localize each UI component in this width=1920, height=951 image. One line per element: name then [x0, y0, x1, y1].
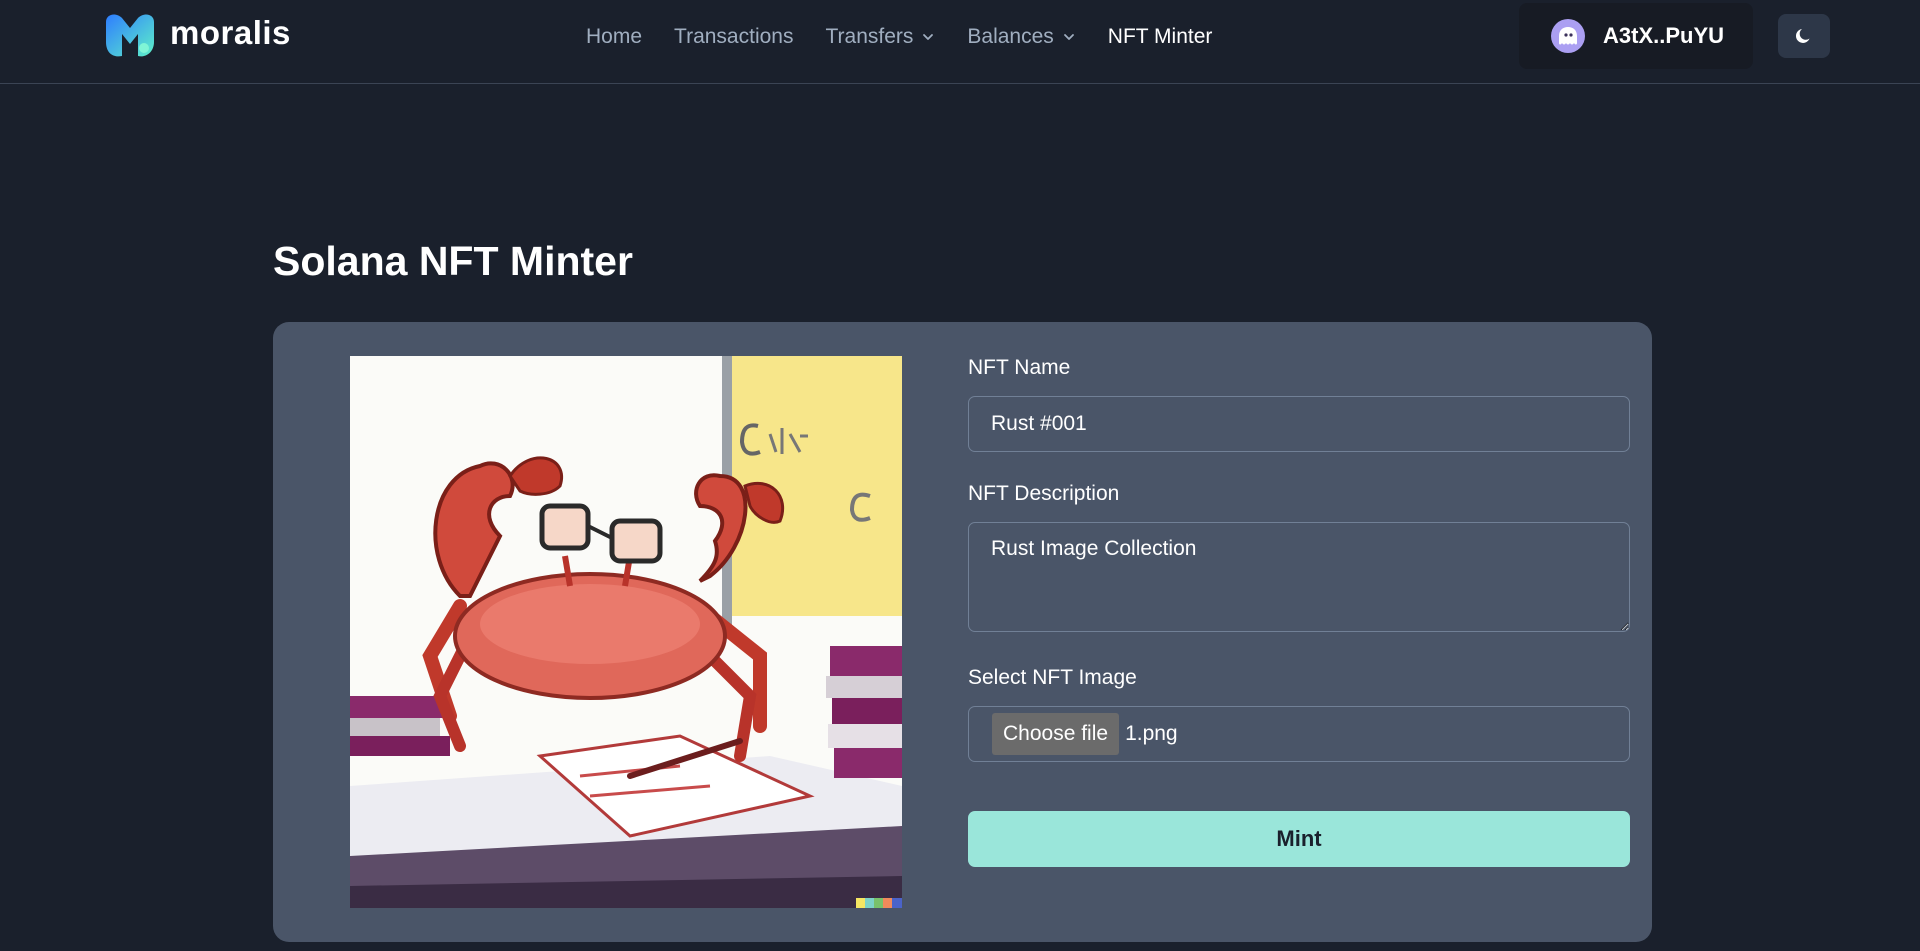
wallet-address: A3tX..PuYU: [1603, 23, 1725, 48]
nav-item-nft-minter[interactable]: NFT Minter: [1108, 25, 1213, 49]
phantom-ghost-icon: [1551, 19, 1585, 53]
moon-icon: [1795, 29, 1810, 43]
nav-item-home[interactable]: Home: [586, 25, 642, 49]
crab-illustration: [350, 356, 902, 908]
moralis-logo-icon: [106, 14, 154, 57]
nav-item-transfers[interactable]: Transfers: [825, 25, 935, 49]
nav-item-label: NFT Minter: [1107, 25, 1213, 48]
chevron-down-icon: [923, 34, 934, 40]
nft-mint-form: NFT Name NFT Description Rust Image Coll…: [968, 356, 1630, 867]
brand-name: moralis: [170, 14, 291, 51]
nft-image-preview: [350, 356, 902, 908]
wallet-button[interactable]: A3tX..PuYU: [1519, 3, 1753, 69]
nav-item-label: Transactions: [674, 25, 794, 48]
nft-name-label: NFT Name: [968, 356, 1071, 379]
moralis-logo[interactable]: moralis: [100, 12, 291, 60]
nav-item-label: Transfers: [825, 25, 914, 48]
nav-item-label: Balances: [967, 25, 1054, 48]
page-title: Solana NFT Minter: [273, 238, 633, 284]
nft-image-file-input[interactable]: Choose file 1.png: [968, 706, 1630, 762]
top-navbar: moralis Home Transactions Transfers Bala…: [0, 0, 1920, 84]
theme-toggle-button[interactable]: [1778, 14, 1830, 58]
main-nav: Home Transactions Transfers Balances NFT…: [586, 20, 1212, 54]
mint-button[interactable]: Mint: [968, 811, 1630, 867]
nft-description-textarea[interactable]: Rust Image Collection: [968, 522, 1630, 632]
selected-file-name: 1.png: [1125, 722, 1178, 745]
nav-item-label: Home: [586, 25, 643, 48]
choose-file-button[interactable]: Choose file: [992, 713, 1120, 755]
chevron-down-icon: [1063, 34, 1074, 40]
nft-name-input[interactable]: [968, 396, 1630, 452]
nav-item-transactions[interactable]: Transactions: [674, 25, 793, 49]
nft-image-label: Select NFT Image: [968, 666, 1137, 689]
minter-card: NFT Name NFT Description Rust Image Coll…: [273, 322, 1652, 942]
nav-item-balances[interactable]: Balances: [967, 25, 1075, 49]
nft-description-label: NFT Description: [968, 482, 1120, 505]
